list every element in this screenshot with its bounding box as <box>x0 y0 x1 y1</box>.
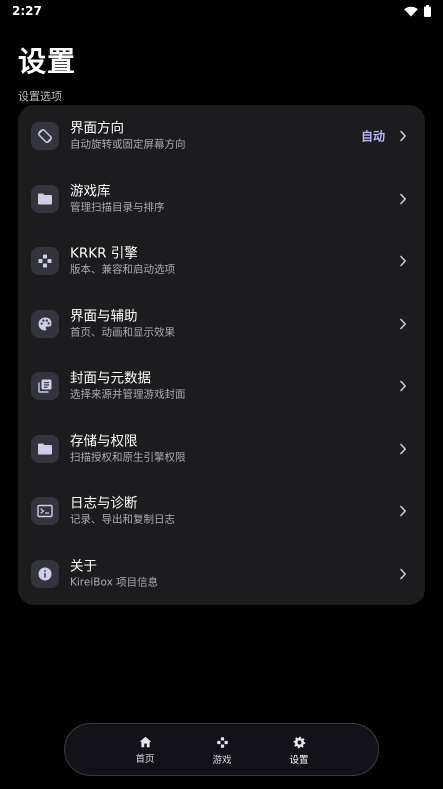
setting-subtitle: 自动旋转或固定屏幕方向 <box>70 138 186 151</box>
setting-row-orientation[interactable]: 界面方向 自动旋转或固定屏幕方向 自动 <box>18 105 425 167</box>
chevron-right-icon <box>399 568 407 580</box>
setting-title: 封面与元数据 <box>70 370 151 387</box>
nav-label-settings: 设置 <box>289 754 309 766</box>
page-title: 设置 <box>18 45 77 78</box>
gear-icon <box>292 736 306 749</box>
setting-title: KRKR 引擎 <box>70 245 138 262</box>
setting-title: 关于 <box>70 558 97 574</box>
chevron-right-icon <box>399 380 407 392</box>
setting-subtitle: 首页、动画和显示效果 <box>70 326 175 338</box>
setting-subtitle: 版本、兼容和启动选项 <box>70 263 175 276</box>
setting-row-interface-accessibility[interactable]: 界面与辅助 首页、动画和显示效果 <box>18 293 425 355</box>
setting-subtitle: 管理扫描目录与排序 <box>70 201 165 213</box>
setting-title: 界面与辅助 <box>70 308 138 324</box>
setting-title: 存储与权限 <box>70 433 138 449</box>
terminal-icon <box>31 497 59 525</box>
setting-row-krkr-engine[interactable]: KRKR 引擎 版本、兼容和启动选项 <box>18 230 425 292</box>
chevron-right-icon <box>399 255 407 267</box>
home-icon <box>139 736 152 748</box>
setting-subtitle: KireiBox 项目信息 <box>70 576 159 588</box>
gamepad-icon <box>216 736 229 749</box>
nav-label-games: 游戏 <box>212 754 232 766</box>
screen-rotation-icon <box>31 122 59 150</box>
status-icons <box>404 5 431 17</box>
gamepad-icon <box>31 247 59 275</box>
chevron-right-icon <box>399 193 407 205</box>
nav-item-games[interactable]: 游戏 <box>192 724 252 777</box>
setting-subtitle: 记录、导出和复制日志 <box>70 513 175 526</box>
info-icon <box>31 559 59 588</box>
setting-row-logs-diagnostics[interactable]: 日志与诊断 记录、导出和复制日志 <box>18 480 425 542</box>
nav-label-home: 首页 <box>135 754 155 765</box>
setting-title: 日志与诊断 <box>70 495 138 512</box>
setting-row-about[interactable]: 关于 KireiBox 项目信息 <box>18 543 425 605</box>
wifi-icon <box>404 6 418 17</box>
chevron-right-icon <box>399 505 407 517</box>
setting-title: 游戏库 <box>70 183 111 199</box>
nav-item-settings[interactable]: 设置 <box>269 724 329 777</box>
nav-item-home[interactable]: 首页 <box>115 724 175 777</box>
palette-icon <box>31 309 59 338</box>
bottom-nav: 首页 游戏 设置 <box>64 723 379 776</box>
chevron-right-icon <box>399 443 407 455</box>
orientation-value: 自动 <box>360 129 385 144</box>
setting-subtitle: 扫描授权和原生引擎权限 <box>70 451 186 463</box>
chevron-right-icon <box>399 318 407 330</box>
battery-icon <box>424 5 431 17</box>
status-bar: 2:27 <box>0 0 443 22</box>
setting-row-cover-metadata[interactable]: 封面与元数据 选择来源并管理游戏封面 <box>18 355 425 417</box>
status-time: 2:27 <box>12 4 42 18</box>
setting-row-game-library[interactable]: 游戏库 管理扫描目录与排序 <box>18 168 425 230</box>
setting-title: 界面方向 <box>70 120 124 137</box>
settings-card: 界面方向 自动旋转或固定屏幕方向 自动 游戏库 管理扫描目录与排序 KRKR 引… <box>18 105 425 605</box>
library-icon <box>31 372 59 400</box>
section-label: 设置选项 <box>18 90 62 103</box>
folder-icon <box>31 184 59 213</box>
setting-subtitle: 选择来源并管理游戏封面 <box>70 388 186 401</box>
chevron-right-icon <box>399 130 407 142</box>
setting-row-storage-permissions[interactable]: 存储与权限 扫描授权和原生引擎权限 <box>18 418 425 480</box>
folder-icon <box>31 434 59 463</box>
